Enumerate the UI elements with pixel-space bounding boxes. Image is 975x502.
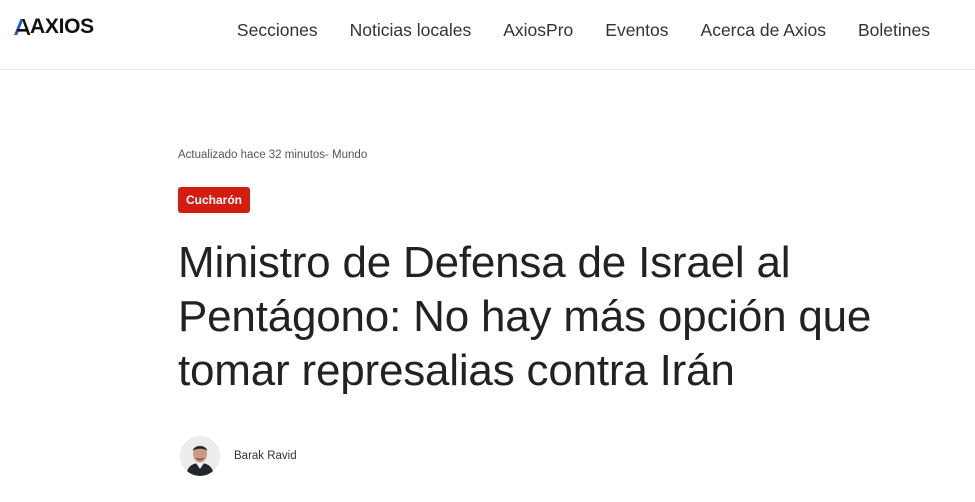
author-portrait-icon [180, 436, 220, 476]
author-avatar[interactable] [180, 436, 220, 476]
article-headline: Ministro de Defensa de Israel al Pentágo… [178, 238, 872, 395]
scoop-tag[interactable]: Cucharón [178, 187, 251, 213]
nav-item-eventos[interactable]: Eventos [605, 0, 668, 60]
nav-item-boletines[interactable]: Boletines [858, 0, 930, 60]
main-nav: Secciones Noticias locales AxiosPro Even… [237, 0, 930, 60]
nav-item-acerca-de-axios[interactable]: Acerca de Axios [701, 0, 826, 60]
nav-item-axiospro[interactable]: AxiosPro [503, 0, 573, 60]
axios-logo[interactable]: AXIOS [13, 14, 94, 40]
top-navigation-bar: AXIOS Secciones Noticias locales AxiosPr… [0, 0, 975, 70]
nav-item-secciones[interactable]: Secciones [237, 0, 318, 60]
nav-item-noticias-locales[interactable]: Noticias locales [350, 0, 472, 60]
axios-logo-text: AXIOS [30, 15, 94, 38]
author-name[interactable]: Barak Ravid [234, 450, 297, 462]
axios-logo-mark-icon [14, 19, 31, 35]
byline: Barak Ravid [180, 436, 297, 476]
article-meta: Actualizado hace 32 minutos- Mundo [178, 149, 368, 161]
